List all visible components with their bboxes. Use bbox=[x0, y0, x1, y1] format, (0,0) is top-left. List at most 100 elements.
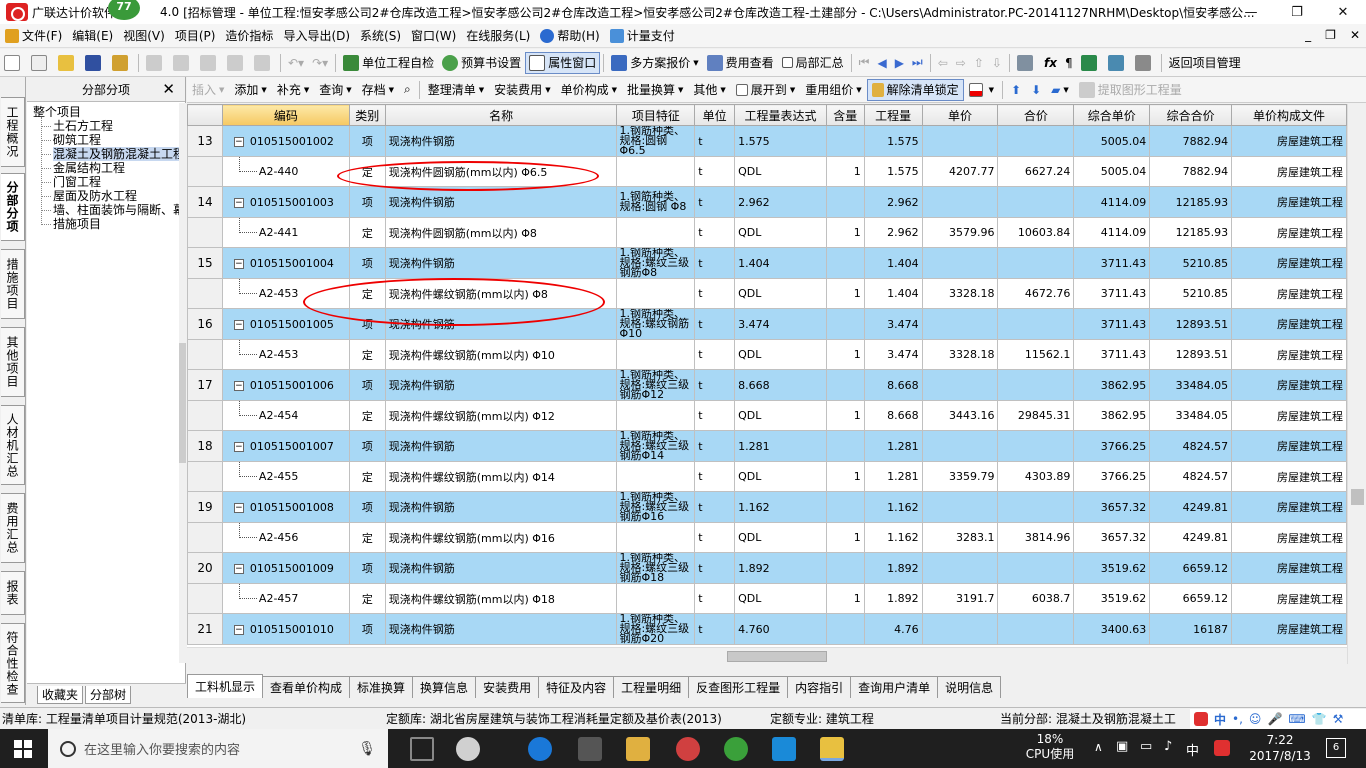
unlock-list-button[interactable]: 解除清单锁定 bbox=[866, 78, 964, 101]
tab-reports[interactable]: 报表 bbox=[1, 571, 25, 615]
cell-unit-price[interactable] bbox=[921, 430, 999, 462]
cell-unit[interactable]: t bbox=[694, 186, 736, 218]
edge-browser-icon[interactable] bbox=[528, 737, 552, 761]
cell-name[interactable]: 现浇构件钢筋 bbox=[384, 247, 618, 279]
cell-unit[interactable]: t bbox=[694, 613, 736, 645]
cell-name[interactable]: 现浇构件钢筋 bbox=[384, 369, 618, 401]
tab-compliance-check[interactable]: 符合性检查 bbox=[1, 623, 25, 703]
tree-node-masonry[interactable]: 砌筑工程 bbox=[53, 133, 101, 147]
collapse-toggle-icon[interactable]: − bbox=[233, 380, 244, 391]
cell-total[interactable]: 4303.89 bbox=[997, 461, 1075, 492]
cell-name[interactable]: 现浇构件钢筋 bbox=[384, 613, 618, 645]
cell-code[interactable]: A2-455 bbox=[221, 461, 350, 492]
tab-labor-material-display[interactable]: 工料机显示 bbox=[187, 674, 264, 698]
tree-scrollbar[interactable] bbox=[179, 103, 186, 663]
cell-index[interactable]: 21 bbox=[187, 613, 223, 645]
prev-button[interactable]: ◀ bbox=[873, 52, 890, 74]
cell-unit-price[interactable]: 3283.1 bbox=[921, 522, 999, 553]
notification-icon[interactable]: 6 bbox=[1326, 738, 1346, 758]
table-row-quota-item[interactable]: A2-440 定现浇构件圆钢筋(mm以内) Φ6.5 t QDL 1 1.575 4207.… bbox=[187, 156, 1347, 187]
cell-composite-total[interactable]: 12893.51 bbox=[1149, 339, 1233, 370]
cell-unit[interactable]: t bbox=[694, 461, 736, 492]
app-icon[interactable] bbox=[676, 737, 700, 761]
self-check-button[interactable]: 单位工程自检 bbox=[339, 52, 438, 74]
cell-unit[interactable]: t bbox=[694, 156, 736, 187]
cell-code[interactable]: −010515001009 bbox=[221, 552, 350, 584]
table-row-bill-item[interactable]: 13−010515001002 项现浇构件钢筋 1.钢筋种类、规格:圆钢 Φ6.5 t… bbox=[187, 125, 1347, 157]
cell-type[interactable]: 项 bbox=[348, 186, 386, 218]
close-icon[interactable]: ✕ bbox=[162, 80, 175, 98]
cell-content[interactable]: 1 bbox=[825, 400, 865, 431]
mdi-close-button[interactable]: ✕ bbox=[1350, 28, 1360, 42]
cell-composite-total[interactable]: 6659.12 bbox=[1149, 583, 1233, 614]
move-right-button[interactable]: ⇨ bbox=[952, 52, 970, 74]
tree-node-wall-decoration[interactable]: 墙、柱面装饰与隔断、幕墙工程 bbox=[53, 203, 179, 217]
cell-composite-total[interactable]: 4824.57 bbox=[1149, 430, 1233, 462]
cell-type[interactable]: 项 bbox=[348, 613, 386, 645]
cell-composite-total[interactable]: 4249.81 bbox=[1149, 491, 1233, 523]
cell-expression[interactable]: 3.474 bbox=[734, 308, 827, 340]
cell-feature[interactable]: 1.钢筋种类、规格:螺纹三级钢筋Φ12 bbox=[616, 369, 696, 401]
cell-composite-price[interactable]: 3711.43 bbox=[1073, 308, 1151, 340]
undo-button[interactable]: ↶▾ bbox=[284, 52, 308, 74]
cell-code[interactable]: A2-456 bbox=[221, 522, 350, 553]
cell-code[interactable]: −010515001004 bbox=[221, 247, 350, 279]
cell-unit-price[interactable]: 3191.7 bbox=[921, 583, 999, 614]
tab-project-overview[interactable]: 工程概况 bbox=[1, 97, 25, 167]
cell-index[interactable]: 19 bbox=[187, 491, 223, 523]
local-summary-checkbox[interactable]: 局部汇总 bbox=[778, 52, 848, 74]
cell-composite-price[interactable]: 3766.25 bbox=[1073, 430, 1151, 462]
table-row-bill-item[interactable]: 18−010515001007 项现浇构件钢筋 1.钢筋种类、规格:螺纹三级钢筋Φ1… bbox=[187, 430, 1347, 462]
cell-composite-price[interactable]: 3519.62 bbox=[1073, 583, 1151, 614]
col-header-quantity[interactable]: 工程量 bbox=[863, 104, 923, 126]
cell-unit[interactable]: t bbox=[694, 491, 736, 523]
collapse-toggle-icon[interactable]: − bbox=[233, 197, 244, 208]
cell-total[interactable] bbox=[997, 491, 1075, 523]
collapse-toggle-icon[interactable]: − bbox=[233, 258, 244, 269]
table-vscroll-thumb[interactable] bbox=[1351, 489, 1364, 505]
table-row-bill-item[interactable]: 19−010515001008 项现浇构件钢筋 1.钢筋种类、规格:螺纹三级钢筋Φ1… bbox=[187, 491, 1347, 523]
update-badge[interactable]: 77 bbox=[108, 0, 140, 20]
cell-code[interactable]: A2-457 bbox=[221, 583, 350, 614]
cell-type[interactable]: 项 bbox=[348, 369, 386, 401]
tree-node-concrete[interactable]: 混凝土及钢筋混凝土工程 bbox=[53, 147, 179, 161]
cell-code[interactable]: A2-440 bbox=[221, 156, 350, 187]
table-horizontal-scrollbar[interactable] bbox=[187, 647, 1347, 664]
cell-composite-price[interactable]: 4114.09 bbox=[1073, 186, 1151, 218]
cell-feature[interactable] bbox=[616, 278, 696, 309]
cell-price-file[interactable]: 房屋建筑工程 bbox=[1231, 156, 1347, 187]
cell-type[interactable]: 定 bbox=[348, 217, 386, 248]
cell-unit-price[interactable]: 3443.16 bbox=[921, 400, 999, 431]
fee-view-button[interactable]: 费用查看 bbox=[703, 52, 778, 74]
fill-down-button[interactable]: ▰ bbox=[1046, 79, 1074, 101]
col-header-unit[interactable]: 单位 bbox=[694, 104, 736, 126]
collapse-toggle-icon[interactable]: − bbox=[233, 624, 244, 635]
cell-content[interactable]: 1 bbox=[825, 156, 865, 187]
cell-unit-price[interactable] bbox=[921, 247, 999, 279]
cell-total[interactable]: 3814.96 bbox=[997, 522, 1075, 553]
cell-composite-price[interactable]: 5005.04 bbox=[1073, 125, 1151, 157]
cell-unit-price[interactable] bbox=[921, 308, 999, 340]
cell-name[interactable]: 现浇构件螺纹钢筋(mm以内) Φ10 bbox=[384, 339, 618, 370]
cell-total[interactable] bbox=[997, 186, 1075, 218]
cell-content[interactable] bbox=[825, 125, 865, 157]
menu-file[interactable]: 文件(F) bbox=[0, 27, 67, 44]
install-fee-button[interactable]: 安装费用 bbox=[489, 79, 555, 101]
cell-composite-total[interactable]: 16187 bbox=[1149, 613, 1233, 645]
cell-feature[interactable] bbox=[616, 217, 696, 248]
cell-name[interactable]: 现浇构件螺纹钢筋(mm以内) Φ14 bbox=[384, 461, 618, 492]
col-header-composite-price[interactable]: 综合单价 bbox=[1073, 104, 1151, 126]
cell-code[interactable]: −010515001006 bbox=[221, 369, 350, 401]
tab-quantity-detail[interactable]: 工程量明细 bbox=[613, 676, 690, 698]
cell-price-file[interactable]: 房屋建筑工程 bbox=[1231, 491, 1347, 523]
cell-price-file[interactable]: 房屋建筑工程 bbox=[1231, 247, 1347, 279]
cell-index[interactable] bbox=[187, 339, 223, 370]
table-row-bill-item[interactable]: 21−010515001010 项现浇构件钢筋 1.钢筋种类、规格:螺纹三级钢筋Φ2… bbox=[187, 613, 1347, 645]
layers-button[interactable] bbox=[1104, 52, 1131, 74]
cell-type[interactable]: 项 bbox=[348, 308, 386, 340]
cell-expression[interactable]: QDL bbox=[734, 461, 827, 492]
cell-quantity[interactable]: 1.162 bbox=[863, 491, 923, 523]
new-file-button[interactable] bbox=[0, 52, 27, 74]
cell-quantity[interactable]: 1.281 bbox=[863, 461, 923, 492]
cell-content[interactable]: 1 bbox=[825, 583, 865, 614]
